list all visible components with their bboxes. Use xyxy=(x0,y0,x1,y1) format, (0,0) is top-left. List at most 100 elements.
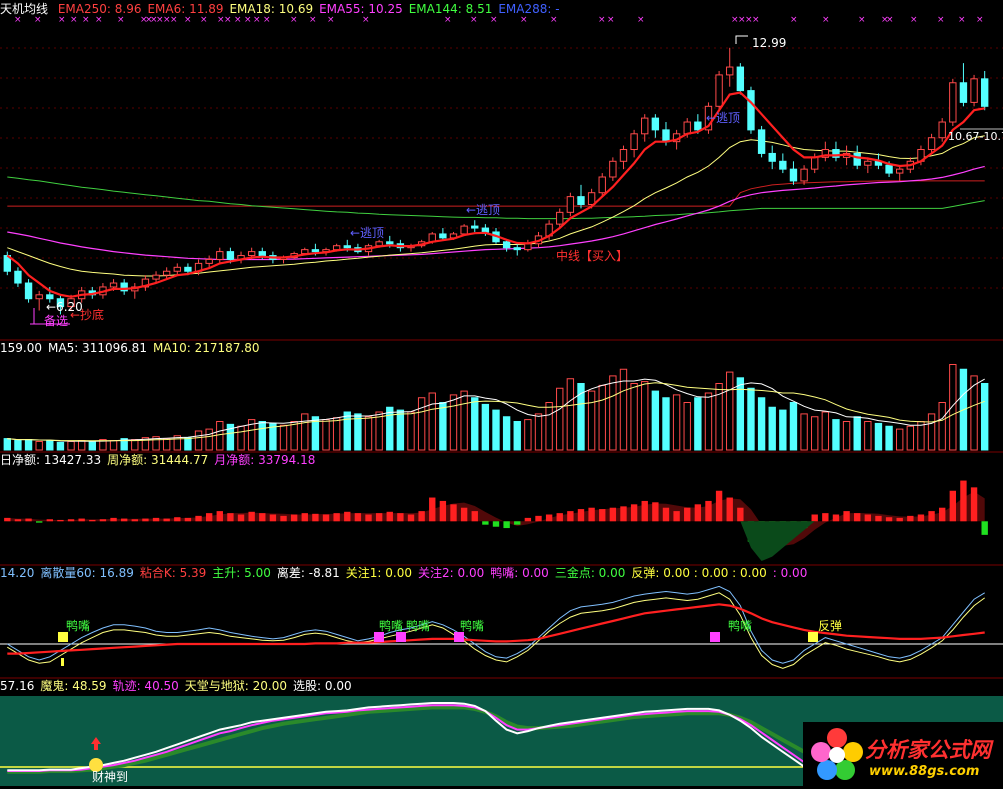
top-marker-22: × xyxy=(309,15,317,25)
volume-bar-39 xyxy=(417,397,426,451)
netflow-bar-38 xyxy=(407,514,415,522)
panel4-indicator-4: 离差: -8.81 xyxy=(276,566,340,580)
netflow-bar-67 xyxy=(715,490,723,522)
netflow-bar-64 xyxy=(684,507,691,522)
candle-body-62 xyxy=(662,129,670,143)
top-marker-27: × xyxy=(490,15,498,25)
volume-bar-61 xyxy=(651,390,660,451)
volume-bar-80 xyxy=(853,416,861,451)
candle-body-69 xyxy=(736,66,745,92)
volume-bar-59 xyxy=(630,383,638,451)
candle-body-23 xyxy=(247,251,256,257)
top-marker-17: × xyxy=(234,15,242,25)
netflow-bar-41 xyxy=(439,500,447,522)
panel1-title: 天机均线 xyxy=(0,2,49,16)
candle-body-35 xyxy=(375,241,383,247)
candle-body-88 xyxy=(938,121,946,139)
signal-block-0 xyxy=(58,632,68,642)
volume-bar-70 xyxy=(747,387,755,451)
volume-bar-71 xyxy=(757,397,766,451)
volume-bar-4 xyxy=(46,440,54,451)
candle-body-45 xyxy=(481,227,490,233)
top-marker-16: × xyxy=(224,15,232,25)
volume-bar-69 xyxy=(736,377,745,451)
top-marker-3: × xyxy=(70,15,78,25)
volume-bar-51 xyxy=(545,402,553,451)
netflow-bar-81 xyxy=(864,514,872,522)
netflow-bar-27 xyxy=(290,514,298,522)
netflow-bar-50 xyxy=(535,515,542,522)
bottom-fish-label: ←抄底 xyxy=(70,308,105,322)
netflow-bar-25 xyxy=(269,514,277,522)
volume-bar-66 xyxy=(704,392,713,451)
prepare-label: 备选 xyxy=(44,314,69,328)
candle-body-55 xyxy=(587,192,596,205)
candle-body-16 xyxy=(173,266,181,272)
candle-body-59 xyxy=(630,133,638,151)
volume-bar-20 xyxy=(216,421,224,451)
netflow-bar-65 xyxy=(694,504,702,522)
candle-body-67 xyxy=(715,74,723,107)
candle-body-81 xyxy=(864,160,872,166)
top-marker-29: × xyxy=(550,15,558,25)
candle-body-28 xyxy=(301,249,309,255)
volume-bar-28 xyxy=(301,413,309,451)
netflow-bar-33 xyxy=(354,513,362,522)
volume-bar-8 xyxy=(88,440,96,451)
candle-body-64 xyxy=(683,121,691,135)
volume-bar-57 xyxy=(609,375,617,451)
signal-block-3 xyxy=(454,632,464,642)
panel4-indicator-7: 鸭嘴: 0.00 xyxy=(490,566,549,580)
candle-body-73 xyxy=(779,160,787,170)
duck-signal-5: 鸭嘴 xyxy=(728,619,753,633)
netflow-bar-8 xyxy=(89,519,96,522)
volume-bar-18 xyxy=(194,430,203,451)
panel2-indicator-0: 159.00 xyxy=(0,341,42,355)
netflow-bar-6 xyxy=(67,519,75,522)
top-marker-31: × xyxy=(607,15,615,25)
high-price-label: 12.99 xyxy=(752,36,787,50)
candle-body-3 xyxy=(35,294,43,300)
volume-bar-35 xyxy=(375,411,383,451)
duck-signal-4: 鸭嘴 xyxy=(460,619,485,633)
volume-bar-83 xyxy=(885,425,893,451)
signal-block-1 xyxy=(374,632,384,642)
candle-body-90 xyxy=(959,82,968,103)
panel4-indicator-3: 主升: 5.00 xyxy=(212,566,271,580)
volume-bar-65 xyxy=(694,397,702,451)
netflow-bar-58 xyxy=(620,506,627,522)
volume-bar-33 xyxy=(354,413,362,451)
netflow-bar-78 xyxy=(832,514,840,522)
panel3-indicator-1: 周净额: 31444.77 xyxy=(107,453,209,467)
candle-body-84 xyxy=(896,168,904,174)
panel5-indicator-2: 轨迹: 40.50 xyxy=(112,679,179,693)
netflow-bar-43 xyxy=(460,507,468,522)
netflow-bar-4 xyxy=(46,519,53,522)
netflow-bar-61 xyxy=(652,502,659,522)
rebound-signal: 反弹 xyxy=(818,619,843,633)
candle-body-32 xyxy=(343,245,351,249)
candle-body-58 xyxy=(619,149,628,162)
candle-body-43 xyxy=(460,225,468,235)
netflow-bar-46 xyxy=(492,521,500,527)
panel1-indicators: EMA250: 8.96 EMA6: 11.89 EMA18: 10.69 EMA55… xyxy=(58,2,566,16)
volume-bar-45 xyxy=(481,403,490,451)
volume-bar-77 xyxy=(821,411,830,451)
volume-bar-36 xyxy=(386,406,394,451)
panel4-indicator-2: 粘合K: 5.39 xyxy=(139,566,207,580)
netflow-bar-54 xyxy=(577,509,585,522)
top-marker-13: × xyxy=(184,15,192,25)
volume-bar-62 xyxy=(662,397,670,451)
volume-bar-15 xyxy=(162,438,171,451)
volume-bar-40 xyxy=(428,392,436,451)
volume-bar-48 xyxy=(513,421,521,451)
netflow-bar-57 xyxy=(609,507,617,522)
candle-body-72 xyxy=(768,152,776,162)
candle-body-91 xyxy=(970,78,978,103)
candle-body-74 xyxy=(789,168,798,182)
netflow-bar-87 xyxy=(928,511,935,522)
volume-bar-24 xyxy=(258,421,266,451)
duck-signal-2: 鸭嘴 xyxy=(379,619,404,633)
netflow-bar-68 xyxy=(726,497,733,522)
top-marker-28: × xyxy=(520,15,528,25)
